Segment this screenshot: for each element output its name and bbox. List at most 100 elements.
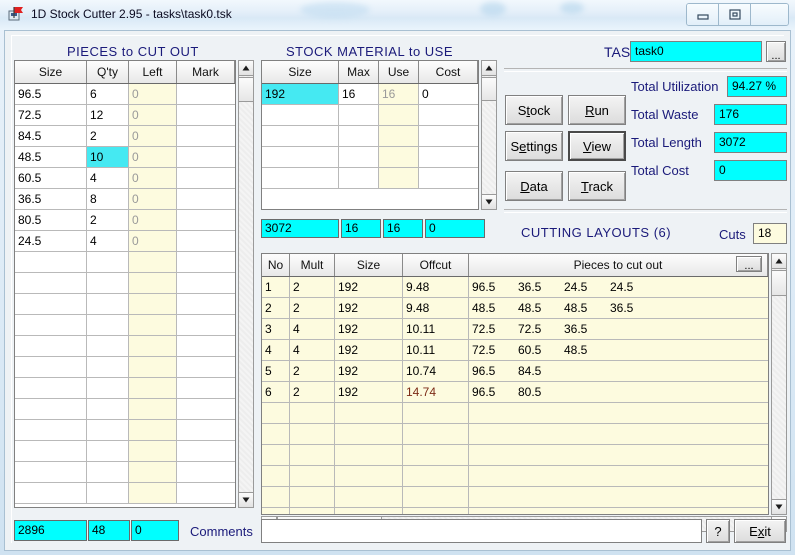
- grid-cell[interactable]: [129, 378, 177, 398]
- table-row[interactable]: 80.5 2 0: [15, 210, 235, 231]
- grid-cell[interactable]: 96.5: [15, 84, 87, 104]
- column-header[interactable]: Mult: [290, 254, 335, 276]
- grid-cell[interactable]: [403, 445, 469, 465]
- grid-cell[interactable]: [262, 126, 339, 146]
- grid-cell[interactable]: 8: [87, 189, 129, 209]
- task-name-field[interactable]: task0: [630, 41, 762, 62]
- table-row-empty[interactable]: [262, 168, 478, 189]
- grid-cell[interactable]: [403, 508, 469, 514]
- column-header[interactable]: Cost: [419, 61, 478, 83]
- grid-cell[interactable]: [469, 508, 768, 514]
- grid-cell[interactable]: [403, 403, 469, 423]
- table-row-empty[interactable]: [15, 357, 235, 378]
- grid-cell[interactable]: 2: [290, 298, 335, 318]
- stock-scroll-thumb[interactable]: [481, 77, 497, 101]
- stock-button[interactable]: Stock: [505, 95, 563, 125]
- grid-cell[interactable]: [177, 483, 235, 503]
- layouts-grid[interactable]: No Mult Size Offcut Pieces to cut out 1 2 192 9.…: [261, 253, 769, 515]
- grid-cell[interactable]: 2: [290, 361, 335, 381]
- grid-cell[interactable]: [87, 273, 129, 293]
- pieces-scrollbar-vertical[interactable]: [238, 60, 254, 508]
- minimize-button[interactable]: [687, 4, 719, 25]
- column-header[interactable]: Offcut: [403, 254, 469, 276]
- grid-cell[interactable]: 0: [129, 189, 177, 209]
- grid-cell[interactable]: [15, 252, 87, 272]
- stock-scroll-down-button[interactable]: [481, 194, 497, 210]
- grid-cell[interactable]: [87, 399, 129, 419]
- pieces-list-cell[interactable]: 96.5 36.5 24.5 24.5: [469, 277, 768, 297]
- column-header[interactable]: Size: [335, 254, 403, 276]
- grid-cell[interactable]: [87, 462, 129, 482]
- table-row-empty[interactable]: [262, 105, 478, 126]
- table-row-empty[interactable]: [15, 399, 235, 420]
- grid-cell[interactable]: [15, 336, 87, 356]
- data-button[interactable]: Data: [505, 171, 563, 201]
- table-row-empty[interactable]: [262, 147, 478, 168]
- exit-button[interactable]: Exit: [734, 519, 786, 543]
- pieces-list-cell[interactable]: 72.5 60.5 48.5: [469, 340, 768, 360]
- grid-cell[interactable]: [403, 424, 469, 444]
- grid-cell[interactable]: [177, 378, 235, 398]
- grid-cell[interactable]: [15, 399, 87, 419]
- grid-cell[interactable]: [129, 462, 177, 482]
- table-row[interactable]: 36.5 8 0: [15, 189, 235, 210]
- grid-cell[interactable]: [379, 168, 419, 188]
- table-row-empty[interactable]: [262, 487, 768, 508]
- grid-cell[interactable]: [177, 252, 235, 272]
- table-row-empty[interactable]: [15, 252, 235, 273]
- layouts-scroll-down-button[interactable]: [771, 499, 787, 515]
- grid-cell[interactable]: [335, 403, 403, 423]
- table-row[interactable]: 24.5 4 0: [15, 231, 235, 252]
- grid-cell[interactable]: 4: [87, 168, 129, 188]
- grid-cell[interactable]: [419, 168, 478, 188]
- grid-cell[interactable]: 0: [129, 126, 177, 146]
- grid-cell[interactable]: 48.5: [15, 147, 87, 167]
- grid-cell[interactable]: [129, 294, 177, 314]
- grid-cell[interactable]: [177, 399, 235, 419]
- grid-cell[interactable]: [335, 466, 403, 486]
- layouts-menu-button[interactable]: ...: [736, 256, 762, 272]
- grid-cell[interactable]: [469, 466, 768, 486]
- grid-cell[interactable]: 192: [335, 382, 403, 402]
- help-button[interactable]: ?: [706, 519, 730, 543]
- grid-cell[interactable]: [177, 231, 235, 251]
- grid-cell[interactable]: 6: [87, 84, 129, 104]
- layouts-scrollbar-vertical[interactable]: [771, 253, 787, 515]
- grid-cell[interactable]: 192: [335, 319, 403, 339]
- view-button[interactable]: View: [568, 131, 626, 161]
- grid-cell[interactable]: 60.5: [15, 168, 87, 188]
- grid-cell[interactable]: [403, 466, 469, 486]
- grid-cell[interactable]: 10.11: [403, 319, 469, 339]
- grid-cell[interactable]: [335, 424, 403, 444]
- grid-cell[interactable]: [129, 252, 177, 272]
- grid-cell[interactable]: [15, 357, 87, 377]
- grid-cell[interactable]: 9.48: [403, 298, 469, 318]
- grid-cell[interactable]: [15, 462, 87, 482]
- grid-cell[interactable]: 16: [339, 84, 379, 104]
- column-header[interactable]: Size: [15, 61, 87, 83]
- grid-cell[interactable]: [290, 487, 335, 507]
- grid-cell[interactable]: 84.5: [15, 126, 87, 146]
- grid-cell[interactable]: [177, 441, 235, 461]
- grid-cell[interactable]: 4: [262, 340, 290, 360]
- table-row-empty[interactable]: [262, 508, 768, 514]
- grid-cell[interactable]: [177, 315, 235, 335]
- grid-cell[interactable]: [177, 126, 235, 146]
- pieces-scroll-thumb[interactable]: [238, 77, 254, 102]
- grid-cell[interactable]: 10.11: [403, 340, 469, 360]
- grid-cell[interactable]: [262, 147, 339, 167]
- grid-cell[interactable]: [15, 420, 87, 440]
- grid-cell[interactable]: [339, 168, 379, 188]
- grid-cell[interactable]: [177, 462, 235, 482]
- table-row-empty[interactable]: [15, 336, 235, 357]
- grid-cell[interactable]: [419, 105, 478, 125]
- grid-cell[interactable]: [262, 105, 339, 125]
- grid-cell[interactable]: 4: [290, 319, 335, 339]
- grid-cell[interactable]: 0: [129, 105, 177, 125]
- grid-cell[interactable]: 9.48: [403, 277, 469, 297]
- table-row-empty[interactable]: [15, 462, 235, 483]
- pieces-list-cell[interactable]: 96.5 84.5: [469, 361, 768, 381]
- grid-cell[interactable]: [262, 508, 290, 514]
- table-row[interactable]: 3 4 192 10.11 72.5 72.5 36.5: [262, 319, 768, 340]
- pieces-scroll-up-button[interactable]: [238, 60, 254, 76]
